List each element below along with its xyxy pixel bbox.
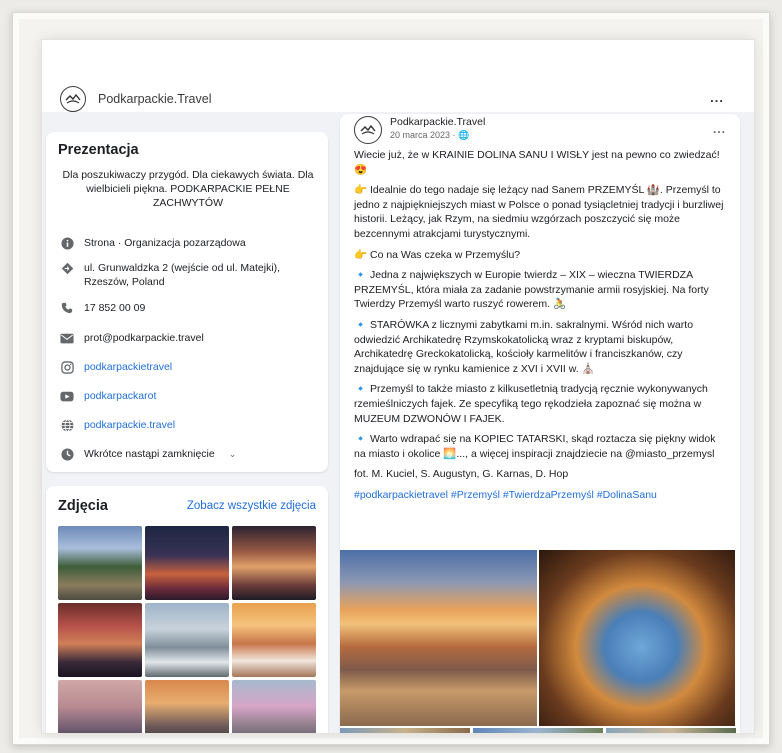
post-paragraph: 🔹 Warto wdrapać się na KOPIEC TATARSKI, …	[354, 433, 716, 460]
see-all-photos-link[interactable]: Zobacz wszystkie zdjęcia	[187, 500, 316, 512]
photos-card: Zdjęcia Zobacz wszystkie zdjęcia	[46, 486, 328, 733]
post-paragraph: 🔹 Przemyśl to także miasto z kilkusetlet…	[354, 383, 708, 425]
intro-title: Prezentacja	[58, 142, 139, 158]
info-email[interactable]: prot@podkarpackie.travel	[60, 331, 204, 345]
photos-title: Zdjęcia	[58, 498, 108, 514]
post-paragraph: 🔹 STARÓWKA z licznymi zabytkami m.in. sa…	[354, 318, 694, 375]
intro-text: Dla poszukiwaczy przygód. Dla ciekawych …	[62, 169, 314, 209]
public-audience-icon: 🌐	[458, 130, 470, 140]
photo-thumbnail[interactable]	[58, 603, 142, 677]
info-website[interactable]: podkarpackie.travel	[60, 418, 175, 432]
page-header: Podkarpackie.Travel ...	[42, 40, 754, 112]
page-logo-icon[interactable]	[60, 86, 86, 112]
photo-thumbnail[interactable]	[232, 680, 316, 733]
post-more-options-icon[interactable]: ...	[713, 122, 726, 136]
post-hashtags[interactable]: #podkarpackietravel #Przemyśl #TwierdzaP…	[354, 488, 730, 503]
post-author[interactable]: Podkarpackie.Travel	[390, 116, 485, 128]
facebook-page: Podkarpackie.Travel ... Prezentacja Dla …	[42, 40, 754, 733]
info-phone: 17 852 00 09	[60, 301, 145, 315]
post-paragraph: 🔹 Jedna z największych w Europie twierdz…	[354, 269, 709, 311]
post-photo-thumbnail[interactable]	[606, 728, 736, 733]
photo-thumbnail[interactable]	[145, 680, 229, 733]
instagram-icon	[60, 360, 74, 374]
phone-icon	[60, 301, 74, 315]
info-hours[interactable]: Wkrótce nastąpi zamknięcie ⌄	[60, 447, 236, 461]
post-paragraph: 👉 Co na Was czeka w Przemyślu?	[354, 248, 521, 261]
globe-icon	[60, 418, 74, 432]
page-name[interactable]: Podkarpackie.Travel	[98, 92, 211, 106]
post-photo-city-sunset[interactable]	[340, 550, 537, 726]
intro-card: Prezentacja Dla poszukiwaczy przygód. Dl…	[46, 132, 328, 472]
post-date[interactable]: 20 marca 2023 · 🌐	[390, 130, 469, 141]
post-paragraph: fot. M. Kuciel, S. Augustyn, G. Karnas, …	[354, 468, 569, 481]
info-icon	[60, 236, 74, 250]
info-youtube[interactable]: podkarpackarot	[60, 389, 156, 403]
youtube-icon	[60, 389, 74, 403]
location-pin-icon	[60, 261, 74, 275]
post-photo-cathedral-window[interactable]	[539, 550, 735, 726]
email-icon	[60, 331, 74, 345]
photo-thumbnail[interactable]	[145, 603, 229, 677]
post-paragraph: 👉 Idealnie do tego nadaje się leżący nad…	[354, 184, 724, 240]
post-card: Podkarpackie.Travel 20 marca 2023 · 🌐 ..…	[340, 114, 740, 733]
info-category: Strona · Organizacja pozarządowa	[60, 236, 246, 250]
post-photo-thumbnail[interactable]	[340, 728, 470, 733]
photo-thumbnail[interactable]	[145, 526, 229, 600]
photo-thumbnail[interactable]	[232, 603, 316, 677]
post-photo-thumbnail[interactable]	[473, 728, 603, 733]
more-options-icon[interactable]: ...	[710, 90, 724, 105]
photo-thumbnail[interactable]	[58, 526, 142, 600]
clock-icon	[60, 447, 74, 461]
photo-thumbnail[interactable]	[58, 680, 142, 733]
post-text: Wiecie już, że w KRAINIE DOLINA SANU I W…	[354, 148, 730, 508]
info-address: ul. Grunwaldzka 2 (wejście od ul. Matejk…	[60, 261, 324, 289]
info-instagram[interactable]: podkarpackietravel	[60, 360, 172, 374]
chevron-down-icon[interactable]: ⌄	[229, 447, 237, 461]
post-paragraph: Wiecie już, że w KRAINIE DOLINA SANU I W…	[354, 149, 720, 176]
photo-thumbnail[interactable]	[232, 526, 316, 600]
post-author-avatar[interactable]	[354, 116, 382, 144]
